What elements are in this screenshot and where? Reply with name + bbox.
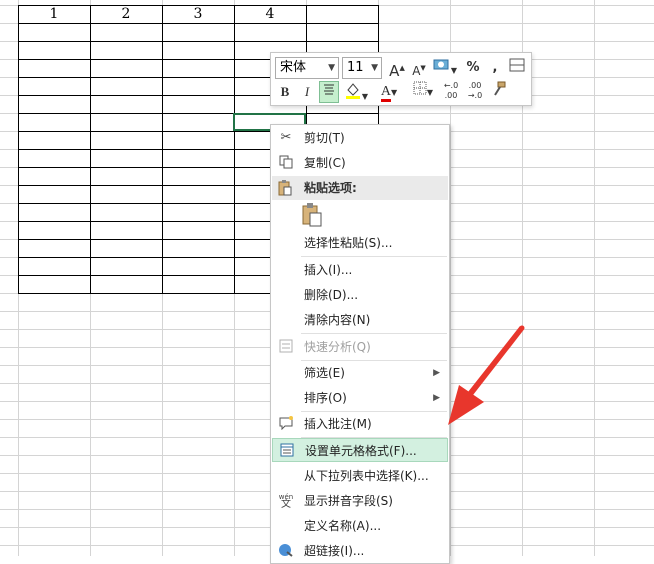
borders-icon bbox=[413, 81, 427, 95]
decrease-font-button[interactable]: A▼ bbox=[409, 57, 429, 79]
menu-item-label: 快速分析(Q) bbox=[304, 340, 371, 354]
border-format-icon bbox=[509, 58, 525, 72]
menu-item-define-name[interactable]: 定义名称(A)... bbox=[272, 514, 448, 538]
comma-style-button[interactable]: , bbox=[485, 57, 505, 79]
format-cells-icon bbox=[279, 443, 295, 459]
phonetic-icon: wén 文 bbox=[278, 493, 294, 510]
table-header-4: 4 bbox=[265, 6, 275, 22]
chevron-down-icon: ▼ bbox=[371, 63, 378, 73]
submenu-arrow-icon: ▶ bbox=[433, 368, 440, 378]
menu-item-label: 复制(C) bbox=[304, 156, 346, 170]
font-name-value: 宋体 bbox=[280, 60, 307, 75]
menu-item-clear-contents[interactable]: 清除内容(N) bbox=[272, 308, 448, 332]
mini-toolbar: 宋体 ▼ 11 ▼ A▲ A▼ ▼ % , B I ▼ A▼ ▼ ←.0 .00… bbox=[270, 52, 532, 106]
clipboard-icon bbox=[302, 203, 322, 227]
comment-icon bbox=[278, 416, 294, 432]
increase-decimal-icon: ←.0.00 bbox=[443, 81, 459, 100]
paste-options-header: 粘贴选项: bbox=[272, 176, 448, 200]
increase-font-button[interactable]: A▲ bbox=[387, 57, 407, 80]
align-center-button[interactable] bbox=[319, 81, 339, 103]
menu-item-label: 插入(I)... bbox=[304, 263, 353, 277]
menu-item-hyperlink[interactable]: 超链接(I)... bbox=[272, 539, 448, 563]
table-header-2: 2 bbox=[121, 6, 131, 22]
menu-item-label: 清除内容(N) bbox=[304, 313, 371, 327]
font-size-select[interactable]: 11 ▼ bbox=[342, 57, 382, 79]
chevron-down-icon: ▼ bbox=[328, 63, 335, 73]
menu-item-copy[interactable]: 复制(C) bbox=[272, 151, 448, 175]
menu-item-label: 显示拼音字段(S) bbox=[304, 494, 393, 508]
menu-item-label: 选择性粘贴(S)... bbox=[304, 236, 393, 250]
wrap-format-button[interactable] bbox=[507, 57, 527, 79]
menu-item-sort[interactable]: 排序(O) ▶ bbox=[272, 386, 448, 410]
menu-item-paste-special[interactable]: 选择性粘贴(S)... bbox=[272, 231, 448, 255]
menu-item-label: 插入批注(M) bbox=[304, 417, 372, 431]
italic-button[interactable]: I bbox=[297, 81, 317, 103]
context-menu: ✂ 剪切(T) 复制(C) 粘贴选项: 选择性粘贴(S)... 插入(I)...… bbox=[270, 124, 450, 564]
format-painter-icon bbox=[494, 81, 506, 96]
menu-item-label: 剪切(T) bbox=[304, 131, 345, 145]
bold-button[interactable]: B bbox=[275, 81, 295, 103]
number-format-button[interactable]: ▼ bbox=[431, 57, 459, 79]
menu-item-label: 从下拉列表中选择(K)... bbox=[304, 469, 429, 483]
paint-bucket-icon bbox=[345, 83, 360, 99]
menu-item-quick-analysis: 快速分析(Q) bbox=[272, 335, 448, 359]
menu-item-label: 定义名称(A)... bbox=[304, 519, 382, 533]
menu-item-format-cells[interactable]: 设置单元格格式(F)... bbox=[272, 438, 448, 462]
paste-button[interactable] bbox=[301, 203, 325, 227]
table-header-1: 1 bbox=[49, 6, 59, 22]
fill-color-button[interactable]: ▼ bbox=[341, 81, 371, 103]
menu-item-cut[interactable]: ✂ 剪切(T) bbox=[272, 126, 448, 150]
decrease-decimal-icon: .00 →.0 bbox=[467, 81, 483, 100]
menu-item-label: 排序(O) bbox=[304, 391, 347, 405]
table-header-3: 3 bbox=[193, 6, 203, 22]
increase-font-label: A bbox=[389, 62, 400, 80]
currency-format-icon bbox=[433, 59, 449, 70]
scissors-icon: ✂ bbox=[280, 130, 292, 145]
paste-options-label: 粘贴选项: bbox=[304, 181, 357, 195]
menu-item-insert[interactable]: 插入(I)... bbox=[272, 258, 448, 282]
menu-item-filter[interactable]: 筛选(E) ▶ bbox=[272, 361, 448, 385]
decrease-decimal-button[interactable]: .00 →.0 bbox=[465, 81, 485, 103]
menu-item-label: 筛选(E) bbox=[304, 366, 345, 380]
menu-separator bbox=[301, 256, 447, 257]
menu-item-label: 删除(D)... bbox=[304, 288, 359, 302]
menu-item-pick-from-list[interactable]: 从下拉列表中选择(K)... bbox=[272, 464, 448, 488]
format-painter-button[interactable] bbox=[489, 81, 509, 103]
menu-separator bbox=[301, 333, 447, 334]
menu-item-label: 设置单元格格式(F)... bbox=[305, 444, 417, 458]
submenu-arrow-icon: ▶ bbox=[433, 393, 440, 403]
paste-icon bbox=[278, 180, 294, 196]
font-color-label: A bbox=[380, 84, 391, 102]
menu-item-show-phonetic[interactable]: wén 文 显示拼音字段(S) bbox=[272, 489, 448, 513]
menu-item-delete[interactable]: 删除(D)... bbox=[272, 283, 448, 307]
font-color-button[interactable]: A▼ bbox=[375, 81, 403, 103]
quick-analysis-icon bbox=[278, 339, 294, 355]
align-center-icon bbox=[324, 84, 334, 95]
increase-decimal-button[interactable]: ←.0.00 bbox=[441, 81, 461, 103]
copy-icon bbox=[278, 155, 294, 171]
borders-button[interactable]: ▼ bbox=[409, 81, 437, 103]
hyperlink-icon bbox=[278, 543, 294, 559]
percent-button[interactable]: % bbox=[463, 57, 483, 79]
menu-item-label: 超链接(I)... bbox=[304, 544, 365, 558]
font-size-value: 11 bbox=[347, 60, 364, 75]
menu-item-insert-comment[interactable]: 插入批注(M) bbox=[272, 412, 448, 436]
font-name-select[interactable]: 宋体 ▼ bbox=[275, 57, 339, 79]
